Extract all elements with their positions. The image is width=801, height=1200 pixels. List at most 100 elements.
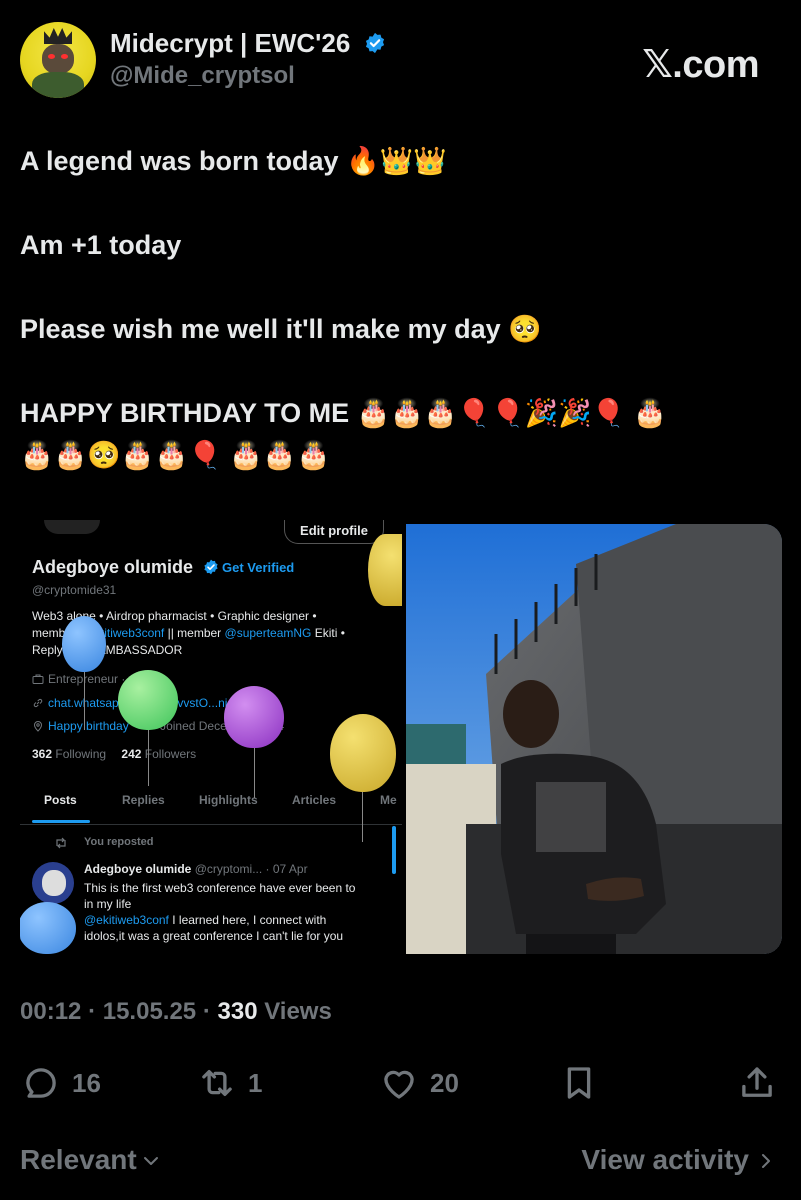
tweet-text: A legend was born today 🔥👑👑 Am +1 today … xyxy=(20,140,790,476)
balloon-blue xyxy=(62,616,106,672)
edit-profile-button: Edit profile xyxy=(284,520,384,544)
embedded-tab-indicator xyxy=(32,820,90,823)
followers-count: 242 xyxy=(121,747,142,761)
tweet-actions: 16 1 20 xyxy=(0,1055,801,1111)
like-button[interactable]: 20 xyxy=(378,1055,459,1111)
embedded-scrollbar xyxy=(392,826,396,874)
repost-count: 1 xyxy=(248,1067,263,1098)
x-brand-logo: 𝕏.com xyxy=(642,44,759,86)
embedded-post-avatar xyxy=(32,862,74,904)
balloon-string xyxy=(148,728,149,786)
embedded-avatar xyxy=(44,520,100,534)
embedded-divider xyxy=(20,824,402,825)
dog-avatar-graphic xyxy=(42,870,66,896)
bio-text: || member xyxy=(167,626,222,640)
post-text: I learned here, I connect with xyxy=(172,913,327,927)
post-line: idolos,it was a great conference I can't… xyxy=(84,929,344,943)
avatar-body xyxy=(32,72,84,98)
tweet-date[interactable]: 15.05.25 xyxy=(103,998,196,1025)
bio-text: Ekiti • xyxy=(314,626,345,640)
embedded-follow-counts: 362 Following 242 Followers xyxy=(32,747,196,761)
media-image-photo[interactable] xyxy=(406,524,782,954)
embedded-tab-replies: Replies xyxy=(122,793,165,807)
birthday-link: Happy birthday xyxy=(48,719,129,733)
tweet-media: Edit profile Adegboye olumide Get Verifi… xyxy=(20,520,782,954)
embedded-profile-name: Adegboye olumide xyxy=(32,557,194,577)
balloon-blue-bottom xyxy=(20,902,76,954)
view-activity-label: View activity xyxy=(581,1144,749,1175)
repost-button[interactable]: 1 xyxy=(196,1055,262,1111)
avatar-head xyxy=(42,44,74,74)
author-handle[interactable]: @Mide_cryptsol xyxy=(110,62,295,90)
briefcase-icon xyxy=(32,674,44,684)
share-button[interactable] xyxy=(736,1055,778,1111)
chevron-right-icon xyxy=(762,1154,770,1168)
reply-button[interactable]: 16 xyxy=(20,1055,101,1111)
bookmark-button[interactable] xyxy=(558,1055,600,1111)
balloon-string xyxy=(362,790,363,842)
repost-icon xyxy=(202,1069,232,1097)
meta-separator: · xyxy=(88,998,97,1025)
link-icon xyxy=(33,698,43,708)
embedded-repost-icon xyxy=(56,837,66,849)
sort-relevant-dropdown[interactable]: Relevant xyxy=(20,1144,161,1176)
tweet-line-spacer xyxy=(20,182,790,224)
embedded-tab-media: Me xyxy=(380,793,397,807)
embedded-post-author: Adegboye olumide xyxy=(84,862,192,876)
embedded-post-body: This is the first web3 conference have e… xyxy=(84,880,384,944)
views-label: Views xyxy=(264,998,332,1025)
share-icon xyxy=(742,1067,772,1097)
chevron-down-icon xyxy=(143,1157,158,1165)
post-mention: @ekitiweb3conf xyxy=(84,913,169,927)
embedded-profile-handle: @cryptomide31 xyxy=(32,583,117,597)
location-pin-icon xyxy=(33,721,43,732)
photo-illustration xyxy=(406,524,782,954)
avatar-eye-right xyxy=(61,54,68,59)
tweet-line: HAPPY BIRTHDAY TO ME 🎂🎂🎂🎈🎈🎉🎉🎈 🎂 xyxy=(20,398,667,428)
balloon-purple xyxy=(224,686,284,748)
tweet-header: Midecrypt | EWC'26 @Mide_cryptsol 𝕏.com xyxy=(0,0,801,110)
author-display-name[interactable]: Midecrypt | EWC'26 xyxy=(110,28,350,59)
tweet-line: Please wish me well it'll make my day 🥺 xyxy=(20,314,542,344)
tweet-line-spacer xyxy=(20,266,790,308)
embedded-tab-highlights: Highlights xyxy=(199,793,258,807)
crown-graphic xyxy=(44,28,72,44)
embedded-tab-articles: Articles xyxy=(292,793,337,807)
meta-separator: · xyxy=(202,998,211,1025)
tweet-timestamp-views: 00:12 · 15.05.25 · 330 Views xyxy=(20,998,332,1026)
heart-icon xyxy=(384,1070,414,1099)
reply-count: 16 xyxy=(72,1067,101,1098)
tweet-line: Am +1 today xyxy=(20,230,182,260)
view-activity-link[interactable]: View activity xyxy=(581,1144,775,1176)
tweet-line-spacer xyxy=(20,350,790,392)
following-count: 362 xyxy=(32,747,53,761)
following-label: Following xyxy=(55,747,107,761)
reply-icon xyxy=(26,1068,56,1098)
author-avatar[interactable] xyxy=(20,22,96,98)
reposted-label: You reposted xyxy=(84,836,154,848)
balloon-green xyxy=(118,670,178,730)
balloon-string xyxy=(84,670,85,730)
balloon-yellow xyxy=(330,714,396,792)
embedded-post-meta: @cryptomi... · 07 Apr xyxy=(194,862,308,876)
balloon-yellow-partial xyxy=(368,534,402,606)
bio-mention: @superteamNG xyxy=(224,626,312,640)
avatar-eye-left xyxy=(48,54,55,59)
post-line: This is the first web3 conference have e… xyxy=(84,881,356,895)
media-image-profile-screenshot[interactable]: Edit profile Adegboye olumide Get Verifi… xyxy=(20,520,402,954)
relevant-label: Relevant xyxy=(20,1144,137,1175)
bookmark-icon xyxy=(567,1067,591,1099)
verified-badge-icon xyxy=(365,32,385,54)
embedded-tab-posts: Posts xyxy=(44,793,77,807)
embedded-post-header: Adegboye olumide @cryptomi... · 07 Apr xyxy=(84,862,308,876)
balloon-string xyxy=(254,746,255,798)
views-count: 330 xyxy=(217,998,258,1025)
tweet-line: 🎂🎂🥺🎂🎂🎈 🎂🎂🎂 xyxy=(20,440,331,470)
embedded-profile-tabs: Posts Replies Highlights Articles Me xyxy=(20,793,402,823)
tweet-time[interactable]: 00:12 xyxy=(20,998,81,1025)
followers-label: Followers xyxy=(144,747,197,761)
like-count: 20 xyxy=(430,1067,459,1098)
post-line: in my life xyxy=(84,897,132,911)
post-line: @ekitiweb3conf I learned here, I connect… xyxy=(84,912,384,928)
tweet-line: A legend was born today 🔥👑👑 xyxy=(20,146,447,176)
